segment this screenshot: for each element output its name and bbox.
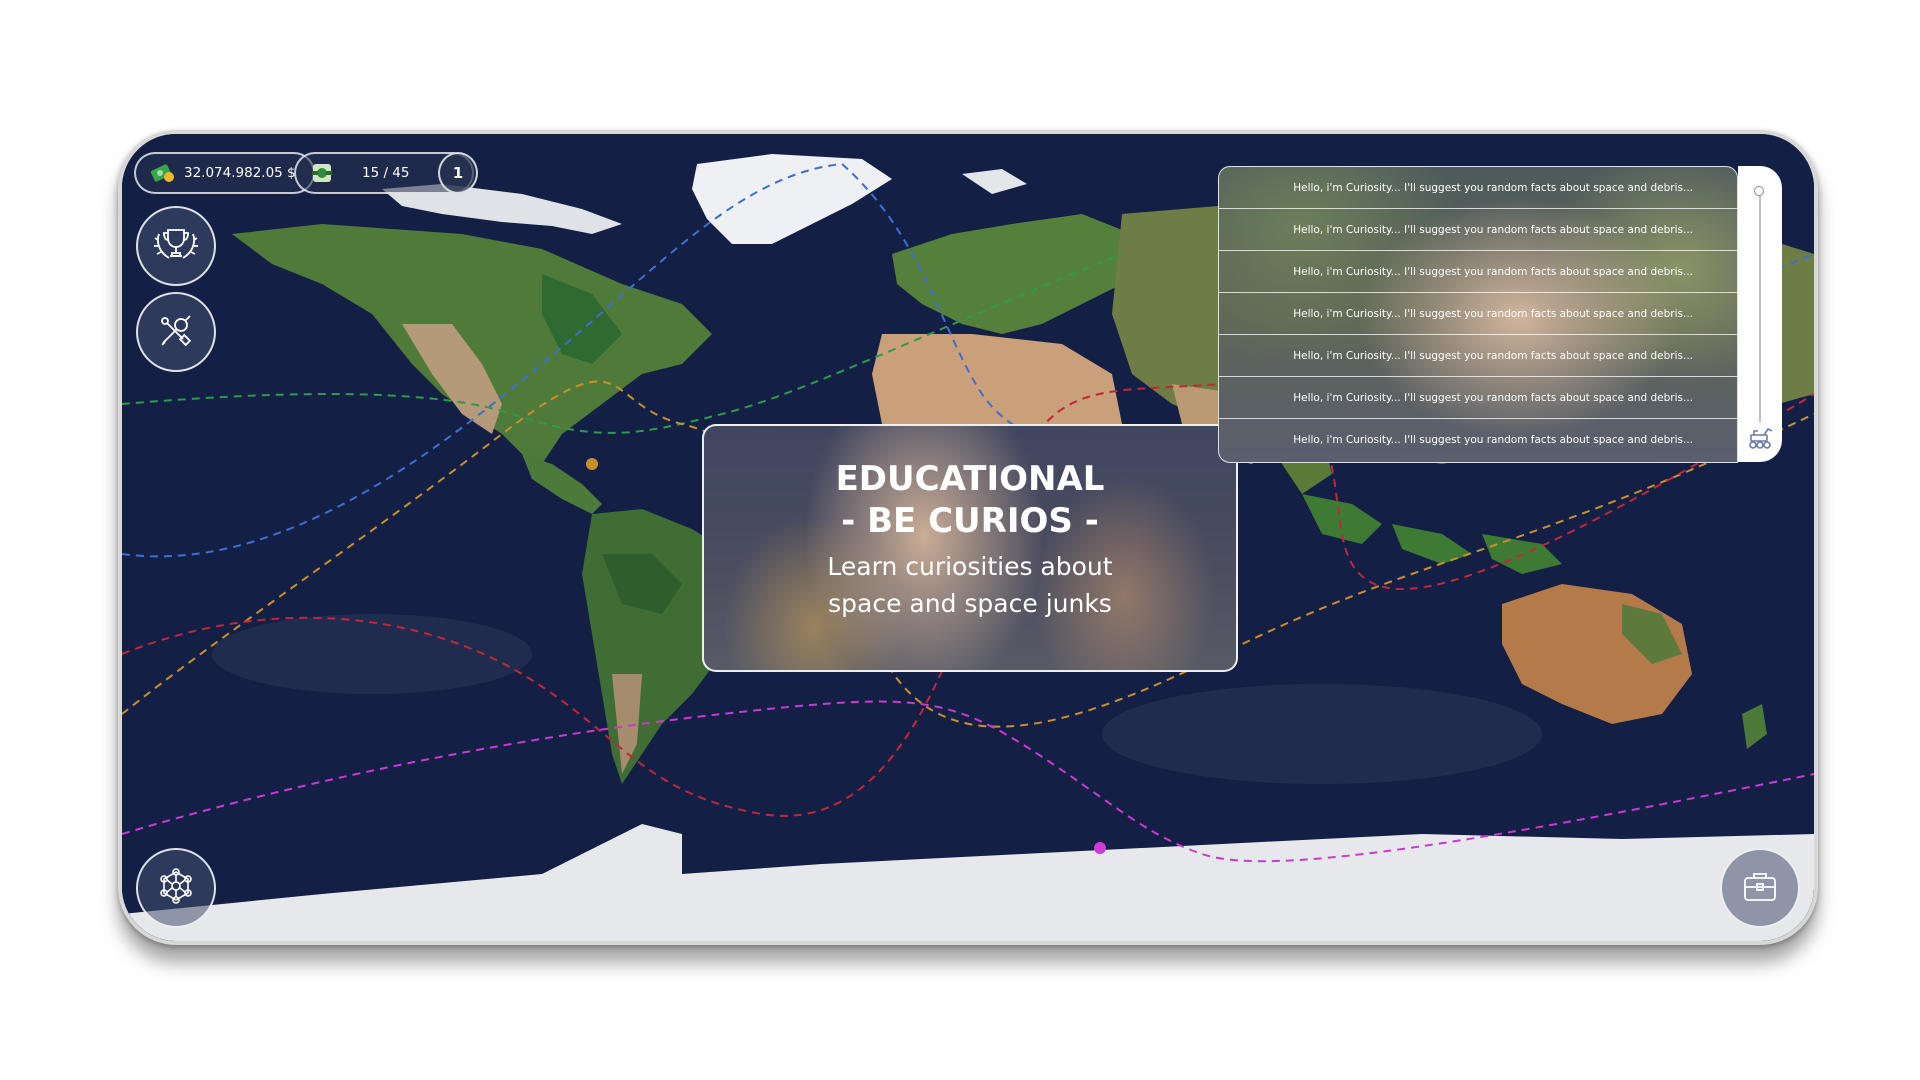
rover-icon xyxy=(1746,426,1774,454)
fact-item[interactable]: Hello, i'm Curiosity... I'll suggest you… xyxy=(1219,251,1737,293)
modal-subtitle: - BE CURIOS - xyxy=(841,501,1099,541)
level-badge[interactable]: 1 xyxy=(438,152,478,194)
modal-description-line2: space and space junks xyxy=(828,589,1112,618)
scroll-track xyxy=(1759,192,1761,422)
level-value: 1 xyxy=(452,164,464,182)
wrench-tools-icon xyxy=(155,309,197,355)
briefcase-icon xyxy=(1741,868,1779,908)
satellite-junk-icon xyxy=(310,161,334,185)
game-viewport: 32.074.982.05 $ 15 / 45 1 EDUCATIONAL - … xyxy=(118,130,1818,945)
cash-icon xyxy=(150,162,176,184)
trophy-laurel-icon xyxy=(151,224,201,268)
money-counter: 32.074.982.05 $ xyxy=(134,152,315,194)
fact-item[interactable]: Hello, i'm Curiosity... I'll suggest you… xyxy=(1219,335,1737,377)
facts-list[interactable]: Hello, i'm Curiosity... I'll suggest you… xyxy=(1218,166,1738,463)
fact-item[interactable]: Hello, i'm Curiosity... I'll suggest you… xyxy=(1219,167,1737,209)
facts-scrollbar[interactable] xyxy=(1738,166,1782,462)
satellite-orange[interactable] xyxy=(586,458,598,470)
modal-description-line1: Learn curiosities about xyxy=(827,552,1113,581)
network-button[interactable] xyxy=(136,848,216,928)
tools-button[interactable] xyxy=(136,292,216,372)
fact-item[interactable]: Hello, i'm Curiosity... I'll suggest you… xyxy=(1219,293,1737,335)
satellite-magenta[interactable] xyxy=(1094,842,1106,854)
inventory-button[interactable] xyxy=(1720,848,1800,928)
fact-item[interactable]: Hello, i'm Curiosity... I'll suggest you… xyxy=(1219,419,1737,461)
collected-value: 15 / 45 xyxy=(362,165,410,181)
molecule-network-icon xyxy=(156,866,196,910)
modal-title: EDUCATIONAL xyxy=(835,459,1105,499)
educational-modal[interactable]: EDUCATIONAL - BE CURIOS - Learn curiosit… xyxy=(702,424,1238,672)
achievements-button[interactable] xyxy=(136,206,216,286)
scroll-knob[interactable] xyxy=(1754,186,1764,196)
fact-item[interactable]: Hello, i'm Curiosity... I'll suggest you… xyxy=(1219,377,1737,419)
money-value: 32.074.982.05 $ xyxy=(184,165,296,181)
fact-item[interactable]: Hello, i'm Curiosity... I'll suggest you… xyxy=(1219,209,1737,251)
